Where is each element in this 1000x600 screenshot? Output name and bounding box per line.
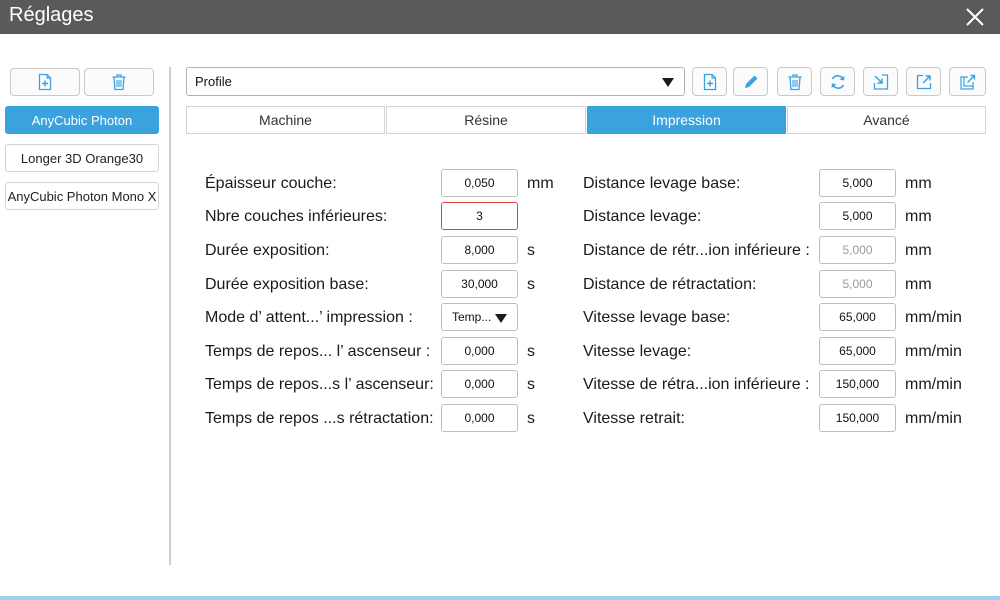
import-icon (873, 73, 888, 90)
trash-icon (788, 73, 801, 90)
profile-dropdown[interactable]: Profile (186, 67, 685, 96)
layer-thickness-input[interactable]: 0,050 (441, 169, 518, 197)
refresh-profile-button[interactable] (820, 67, 855, 96)
panel-divider (169, 67, 171, 565)
bottom-layers-input[interactable]: 3 (441, 202, 518, 230)
title-bar: Réglages (0, 0, 1000, 34)
rest-after-retract-input[interactable]: 0,000 (441, 404, 518, 432)
machine-item-anycubic-photon[interactable]: AnyCubic Photon (5, 106, 159, 134)
retract-distance-unit: mm (905, 276, 932, 293)
retract-distance-label: Distance de rétractation: (583, 276, 757, 293)
delete-profile-button[interactable] (777, 67, 812, 96)
rest-before-lift-input[interactable]: 0,000 (441, 337, 518, 365)
chevron-down-icon (662, 78, 674, 87)
machine-item-anycubic-photon-mono-x[interactable]: AnyCubic Photon Mono X (5, 182, 159, 210)
lift-speed-label: Vitesse levage: (583, 343, 692, 360)
machine-item-longer-orange30[interactable]: Longer 3D Orange30 (5, 144, 159, 172)
base-lift-distance-input[interactable]: 5,000 (819, 169, 896, 197)
lift-distance-input[interactable]: 5,000 (819, 202, 896, 230)
lift-speed-unit: mm/min (905, 343, 962, 360)
close-icon (966, 8, 984, 26)
bottom-retract-speed-unit: mm/min (905, 376, 962, 393)
add-machine-button[interactable] (10, 68, 80, 96)
window-bottom-border (0, 596, 1000, 600)
rest-after-lift-input[interactable]: 0,000 (441, 370, 518, 398)
base-lift-distance-label: Distance levage base: (583, 175, 741, 192)
base-lift-speed-label: Vitesse levage base: (583, 309, 731, 326)
refresh-icon (831, 74, 844, 89)
layer-thickness-unit: mm (527, 175, 554, 192)
bottom-retract-distance-unit: mm (905, 242, 932, 259)
window-title: Réglages (9, 4, 94, 26)
bottom-layers-label: Nbre couches inférieures: (205, 208, 388, 225)
exposure-time-unit: s (527, 242, 535, 259)
retract-distance-input[interactable]: 5,000 (819, 270, 896, 298)
exposure-time-input[interactable]: 8,000 (441, 236, 518, 264)
trash-icon (112, 74, 126, 91)
tab-machine[interactable]: Machine (186, 106, 385, 134)
base-lift-speed-unit: mm/min (905, 309, 962, 326)
wait-mode-value: Temp... (452, 310, 492, 324)
retract-speed-label: Vitesse retrait: (583, 410, 685, 427)
new-profile-button[interactable] (692, 67, 727, 96)
base-lift-speed-input[interactable]: 65,000 (819, 303, 896, 331)
rest-after-retract-unit: s (527, 410, 535, 427)
wait-mode-label: Mode d’ attent...’ impression : (205, 309, 413, 326)
import-profile-button[interactable] (863, 67, 898, 96)
wait-mode-select[interactable]: Temp... (441, 303, 518, 331)
delete-machine-button[interactable] (84, 68, 154, 96)
rest-after-lift-label: Temps de repos...s l’ ascenseur: (205, 376, 434, 393)
tab-resine[interactable]: Résine (386, 106, 586, 134)
tab-avance[interactable]: Avancé (787, 106, 986, 134)
rest-after-retract-label: Temps de repos ...s rétractation: (205, 410, 434, 427)
base-lift-distance-unit: mm (905, 175, 932, 192)
base-exposure-label: Durée exposition base: (205, 276, 369, 293)
export-profile-button[interactable] (906, 67, 941, 96)
edit-profile-button[interactable] (733, 67, 768, 96)
rest-before-lift-label: Temps de repos... l’ ascenseur : (205, 343, 431, 360)
close-button[interactable] (960, 2, 990, 32)
bottom-retract-speed-input[interactable]: 150,000 (819, 370, 896, 398)
export-copy-profile-button[interactable] (949, 67, 986, 96)
lift-distance-label: Distance levage: (583, 208, 702, 225)
layer-thickness-label: Épaisseur couche: (205, 175, 337, 192)
exposure-time-label: Durée exposition: (205, 242, 330, 259)
rest-after-lift-unit: s (527, 376, 535, 393)
lift-distance-unit: mm (905, 208, 932, 225)
lift-speed-input[interactable]: 65,000 (819, 337, 896, 365)
base-exposure-input[interactable]: 30,000 (441, 270, 518, 298)
add-file-icon (703, 73, 716, 90)
profile-value: Profile (195, 74, 232, 89)
bottom-retract-distance-input[interactable]: 5,000 (819, 236, 896, 264)
pencil-icon (744, 75, 757, 88)
add-file-icon (38, 73, 52, 91)
retract-speed-unit: mm/min (905, 410, 962, 427)
copy-export-icon (959, 74, 975, 90)
tab-impression[interactable]: Impression (587, 106, 786, 134)
export-icon (916, 74, 931, 89)
chevron-down-icon (495, 314, 507, 323)
base-exposure-unit: s (527, 276, 535, 293)
retract-speed-input[interactable]: 150,000 (819, 404, 896, 432)
bottom-retract-speed-label: Vitesse de rétra...ion inférieure : (583, 376, 810, 393)
rest-before-lift-unit: s (527, 343, 535, 360)
bottom-retract-distance-label: Distance de rétr...ion inférieure : (583, 242, 810, 259)
